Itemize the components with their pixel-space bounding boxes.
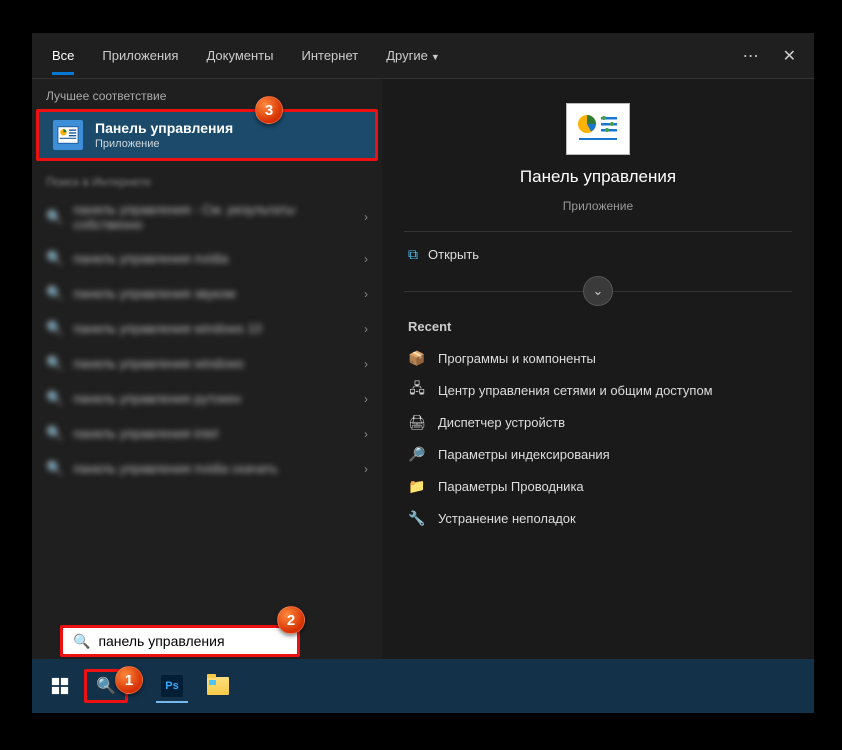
- chevron-right-icon: ›: [364, 252, 368, 266]
- search-input[interactable]: [98, 633, 279, 649]
- chevron-right-icon: ›: [364, 322, 368, 336]
- search-icon: 🔍: [46, 285, 63, 302]
- start-button[interactable]: [38, 669, 82, 703]
- search-tabs: Все Приложения Документы Интернет Другие…: [32, 33, 814, 79]
- taskbar-search-button[interactable]: 🔍 1: [84, 669, 128, 703]
- web-results-list: 🔍панель управления - См. результаты собс…: [32, 193, 382, 486]
- best-match-subtitle: Приложение: [95, 138, 233, 150]
- search-icon: 🔍: [46, 425, 63, 442]
- web-result-item[interactable]: 🔍панель управления nvidia›: [32, 241, 382, 276]
- best-match-label: Лучшее соответствие: [32, 79, 382, 109]
- control-panel-large-icon: [566, 103, 630, 155]
- search-results-panel: Все Приложения Документы Интернет Другие…: [32, 33, 814, 659]
- search-icon: 🔍: [96, 676, 116, 696]
- results-left-pane: Лучшее соответствие Панель управления Пр…: [32, 79, 382, 659]
- open-icon: ⧉: [408, 246, 418, 263]
- web-result-item[interactable]: 🔍панель управления nvidia скачать›: [32, 451, 382, 486]
- web-search-label: Поиск в Интернете: [32, 161, 382, 193]
- chevron-right-icon: ›: [364, 462, 368, 476]
- best-match-title: Панель управления: [95, 120, 233, 136]
- network-icon: 🖧: [408, 381, 426, 399]
- search-icon: 🔍: [46, 390, 63, 407]
- tab-web[interactable]: Интернет: [287, 36, 372, 75]
- tab-more[interactable]: Другие▼: [372, 36, 454, 75]
- devices-icon: 🖨: [408, 413, 426, 431]
- tab-apps[interactable]: Приложения: [88, 36, 192, 75]
- recent-item[interactable]: 🖨Диспетчер устройств: [404, 406, 792, 438]
- search-icon: 🔍: [73, 633, 90, 650]
- search-icon: 🔍: [46, 209, 63, 226]
- taskbar-app-explorer[interactable]: [196, 669, 240, 703]
- preview-subtitle: Приложение: [563, 199, 633, 213]
- search-icon: 🔍: [46, 460, 63, 477]
- annotation-badge-1: 1: [115, 666, 143, 694]
- chevron-right-icon: ›: [364, 357, 368, 371]
- web-result-item[interactable]: 🔍панель управления windows 10›: [32, 311, 382, 346]
- annotation-badge-2: 2: [277, 606, 305, 634]
- tab-documents[interactable]: Документы: [192, 36, 287, 75]
- best-match-result[interactable]: Панель управления Приложение 3: [36, 109, 378, 161]
- recent-item[interactable]: 🔎Параметры индексирования: [404, 438, 792, 470]
- chevron-right-icon: ›: [364, 210, 368, 224]
- tab-all[interactable]: Все: [38, 36, 88, 75]
- explorer-options-icon: 📁: [408, 477, 426, 495]
- chevron-right-icon: ›: [364, 427, 368, 441]
- recent-item[interactable]: 🖧Центр управления сетями и общим доступо…: [404, 374, 792, 406]
- recent-list: 📦Программы и компоненты 🖧Центр управлени…: [404, 342, 792, 534]
- search-box[interactable]: 🔍 2: [60, 625, 300, 657]
- search-icon: 🔍: [46, 250, 63, 267]
- recent-item[interactable]: 🔧Устранение неполадок: [404, 502, 792, 534]
- expand-button[interactable]: ⌄: [583, 276, 613, 306]
- photoshop-icon: Ps: [161, 675, 183, 697]
- expand-divider: ⌄: [404, 277, 792, 305]
- taskbar-app-photoshop[interactable]: Ps: [150, 669, 194, 703]
- close-icon[interactable]: ✕: [771, 38, 808, 74]
- programs-icon: 📦: [408, 349, 426, 367]
- preview-title: Панель управления: [520, 167, 676, 187]
- annotation-badge-3: 3: [255, 96, 283, 124]
- open-action[interactable]: ⧉ Открыть: [404, 231, 792, 277]
- web-result-item[interactable]: 🔍панель управления рутокен›: [32, 381, 382, 416]
- chevron-down-icon: ▼: [431, 52, 440, 62]
- recent-item[interactable]: 📁Параметры Проводника: [404, 470, 792, 502]
- control-panel-icon: [53, 120, 83, 150]
- recent-label: Recent: [404, 305, 792, 342]
- file-explorer-icon: [207, 677, 229, 695]
- chevron-right-icon: ›: [364, 392, 368, 406]
- more-options-icon[interactable]: ⋯: [731, 38, 771, 74]
- troubleshoot-icon: 🔧: [408, 509, 426, 527]
- search-icon: 🔍: [46, 355, 63, 372]
- chevron-right-icon: ›: [364, 287, 368, 301]
- taskbar-row: 🔍 1 Ps: [32, 659, 814, 713]
- web-result-item[interactable]: 🔍панель управления звуком›: [32, 276, 382, 311]
- recent-item[interactable]: 📦Программы и компоненты: [404, 342, 792, 374]
- taskbar: 🔍 2 🔍 1 Ps: [32, 659, 814, 713]
- web-result-item[interactable]: 🔍панель управления intel›: [32, 416, 382, 451]
- open-label: Открыть: [428, 247, 479, 262]
- indexing-icon: 🔎: [408, 445, 426, 463]
- web-result-item[interactable]: 🔍панель управления windows›: [32, 346, 382, 381]
- preview-pane: Панель управления Приложение ⧉ Открыть ⌄…: [382, 79, 814, 659]
- web-result-item[interactable]: 🔍панель управления - См. результаты собс…: [32, 193, 382, 241]
- search-icon: 🔍: [46, 320, 63, 337]
